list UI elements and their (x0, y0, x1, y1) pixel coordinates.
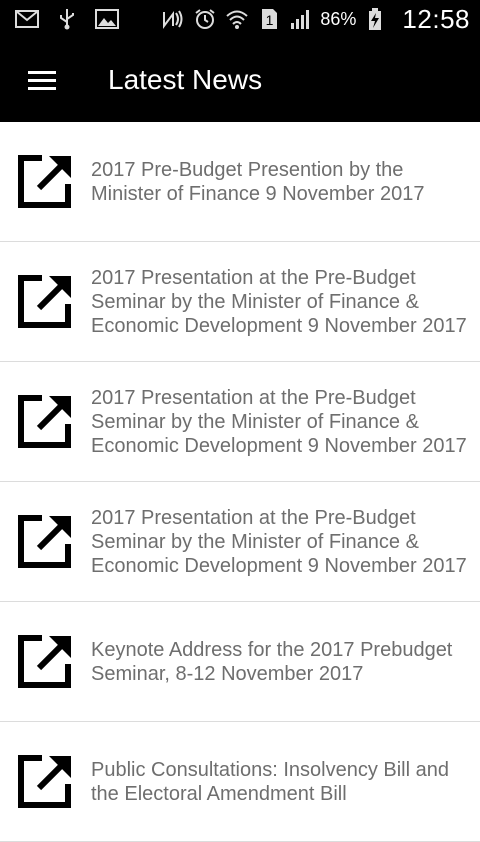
open-external-icon (15, 752, 75, 812)
news-item-title: Keynote Address for the 2017 Prebudget S… (91, 638, 453, 685)
open-external-icon (15, 152, 75, 212)
news-item-title: Public Consultations: Insolvency Bill an… (91, 758, 449, 805)
wifi-icon (224, 7, 250, 31)
open-external-icon (15, 392, 75, 452)
signal-icon (288, 7, 314, 31)
news-item-title: 2017 Pre-Budget Presention by the Minist… (91, 158, 425, 205)
sim-icon: 1 (256, 7, 282, 31)
news-list: 2017 Pre-Budget Presention by the Minist… (0, 122, 480, 842)
app-bar: Latest News (0, 38, 480, 122)
usb-icon (54, 7, 80, 31)
alarm-icon (192, 7, 218, 31)
news-item[interactable]: 2017 Presentation at the Pre-Budget Semi… (0, 482, 480, 602)
news-item-title: 2017 Presentation at the Pre-Budget Semi… (91, 266, 467, 337)
nfc-icon (160, 7, 186, 31)
menu-button[interactable] (12, 50, 72, 110)
news-item[interactable]: 2017 Presentation at the Pre-Budget Semi… (0, 362, 480, 482)
clock: 12:58 (402, 3, 470, 34)
hamburger-menu-icon (28, 71, 56, 90)
news-item-title: 2017 Presentation at the Pre-Budget Semi… (91, 506, 467, 577)
news-item[interactable]: Public Consultations: Insolvency Bill an… (0, 722, 480, 842)
news-item[interactable]: Keynote Address for the 2017 Prebudget S… (0, 602, 480, 722)
svg-text:1: 1 (266, 12, 274, 28)
news-item[interactable]: 2017 Pre-Budget Presention by the Minist… (0, 122, 480, 242)
open-external-icon (15, 632, 75, 692)
open-external-icon (15, 272, 75, 332)
battery-percent: 86% (320, 8, 357, 29)
status-bar: 1 86% 12:58 (0, 0, 480, 38)
page-title: Latest News (108, 64, 263, 95)
news-item[interactable]: 2017 Presentation at the Pre-Budget Semi… (0, 242, 480, 362)
mail-icon (14, 7, 40, 31)
battery-charging-icon (362, 7, 388, 31)
image-icon (94, 7, 120, 31)
news-item-title: 2017 Presentation at the Pre-Budget Semi… (91, 386, 467, 457)
open-external-icon (15, 512, 75, 572)
